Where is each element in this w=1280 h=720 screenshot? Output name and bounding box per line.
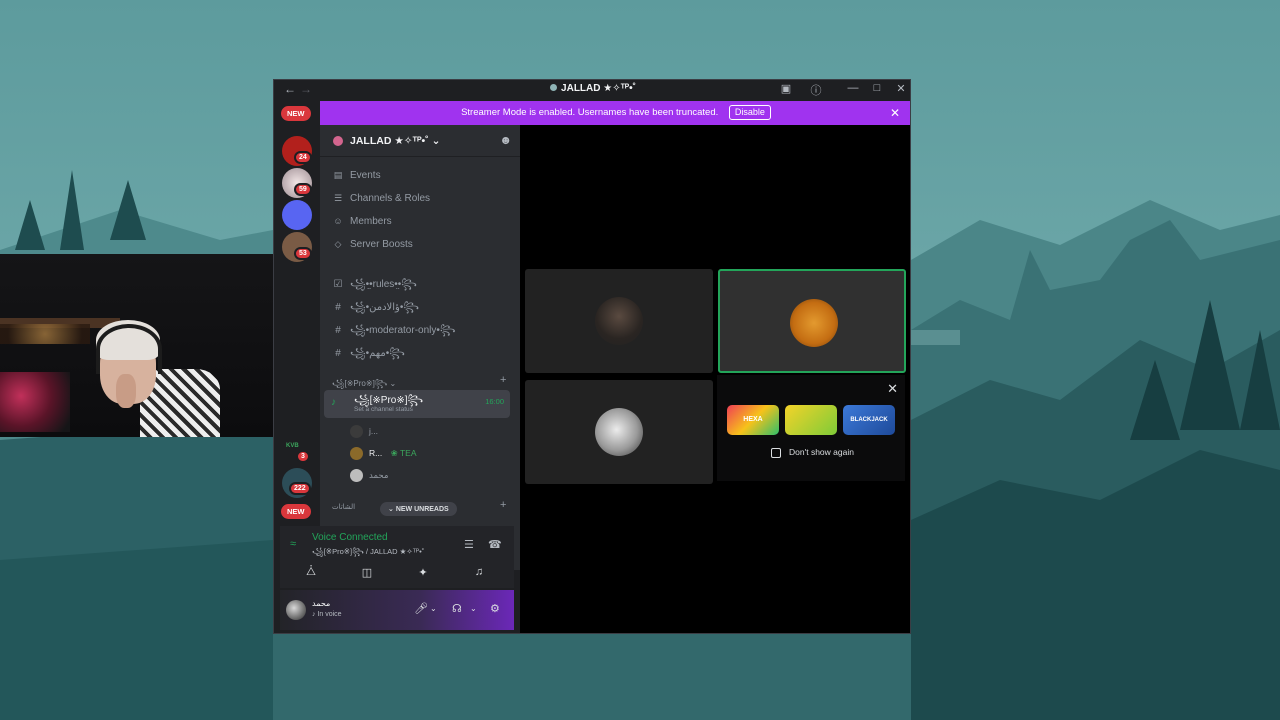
voice-connected-subtitle[interactable]: ꧁[※Pro※]꧂ / JALLAD ★✧ᵀᴾ•˚ [312,546,424,561]
menu-channels-roles[interactable]: ☰ Channels & Roles [332,193,430,211]
voice-channel-icon: ♪ [331,397,336,408]
avatar[interactable] [286,600,306,620]
avatar [595,297,643,345]
channel-admin[interactable]: # ꧁•ؤالادمن•꧂ [332,300,419,318]
calendar-icon: ▤ [333,170,343,180]
dont-show-again-checkbox[interactable]: Don't show again [771,447,854,458]
menu-members[interactable]: ☺ Members [332,216,391,234]
camera-off-icon[interactable]: ⧊ [290,566,332,586]
banner-close-icon[interactable]: ✕ [890,101,900,125]
minimize-icon[interactable]: — [845,82,861,94]
avatar [350,447,363,460]
discord-window: ← → JALLAD ★✧ᵀᴾ•˚ ▣ ⓘ — □ ✕ Streamer Mod… [273,79,911,634]
new-unread-pill-bottom[interactable]: NEW [281,504,311,519]
headphones-icon[interactable]: ☊ [452,602,462,615]
server-label: KVB [286,443,299,449]
category-chats[interactable]: الشاتات [332,503,355,511]
server-name: JALLAD ★✧ᵀᴾ•˚ ⌄ [350,135,441,147]
disconnect-icon[interactable]: ☎ [488,538,502,551]
hash-icon: # [335,302,341,313]
activities-icon[interactable]: ✦ [402,566,444,586]
user-tag: ❀ TEA [390,447,417,458]
new-unreads-pill[interactable]: ⌄ NEW UNREADS [380,502,457,516]
streamer-mode-banner: Streamer Mode is enabled. Usernames have… [320,101,910,125]
banner-text: Streamer Mode is enabled. Usernames have… [461,107,719,118]
noise-suppression-icon[interactable]: ☰ [464,538,474,551]
chevron-down-icon[interactable]: ⌄ [470,604,477,613]
channel-important[interactable]: # ꧁•مهم•꧂ [332,346,405,364]
add-channel-icon[interactable]: + [500,499,506,511]
user-status: ♪ In voice [312,611,342,618]
voice-user[interactable]: R... ❀ TEA [350,447,416,467]
server-icon [333,136,343,146]
game-card-fruit[interactable] [785,405,837,435]
mention-badge: 59 [294,183,312,196]
new-unread-pill-top[interactable]: NEW [281,106,311,121]
voice-connected-panel: ≈ Voice Connected ꧁[※Pro※]꧂ / JALLAD ★✧ᵀ… [280,526,514,588]
menu-server-boosts[interactable]: ◇ Server Boosts [332,239,413,257]
hash-icon: # [335,325,341,336]
participant-tile[interactable] [525,269,713,373]
user-panel: محمد ♪ In voice 🎤︎ ⌄ ☊ ⌄ ⚙ [280,590,514,630]
mention-badge: 24 [294,151,312,164]
hash-icon: # [335,348,341,359]
discord-icon[interactable] [282,200,312,230]
screen-share-icon[interactable]: ◫ [346,566,388,586]
chevron-down-icon[interactable]: ⌄ [430,604,437,613]
check-box-icon: ☑ [333,279,343,290]
maximize-icon[interactable]: □ [869,82,885,94]
avatar [350,425,363,438]
mention-badge: 222 [289,482,311,495]
gear-icon[interactable]: ⚙ [490,602,500,615]
add-channel-icon[interactable]: + [500,374,506,386]
title-bar: ← → JALLAD ★✧ᵀᴾ•˚ ▣ ⓘ — □ ✕ [274,80,910,100]
voice-stage: ✕ HEXA BLACKJACK Don't show again [520,125,910,633]
members-icon: ☺ [333,216,343,226]
menu-events[interactable]: ▤ Events [332,170,381,188]
close-icon[interactable]: ✕ [887,381,898,397]
username: محمد [312,599,331,608]
mention-badge: 53 [294,247,312,260]
microphone-icon[interactable]: 🎤︎ [414,602,428,615]
activity-suggestions: ✕ HEXA BLACKJACK Don't show again [717,375,905,481]
close-window-icon[interactable]: ✕ [893,82,909,95]
participant-tile-speaking[interactable] [718,269,906,373]
channel-moderator-only[interactable]: # ꧁•moderator-only•꧂ [332,323,455,341]
invite-user-icon[interactable]: ☻ [499,133,512,147]
avatar [350,469,363,482]
voice-channel-pro[interactable]: ♪ ꧁[※Pro※]꧂ Set a channel status 16:00 [324,390,510,418]
participant-tile[interactable] [525,380,713,484]
channel-rules[interactable]: ☑ ꧁•̤̤•rules•̤•꧂ [332,277,417,295]
game-card-blackjack[interactable]: BLACKJACK [843,405,895,435]
voice-connected-title[interactable]: Voice Connected [312,532,388,543]
avatar [790,299,838,347]
disable-streamer-mode-button[interactable]: Disable [728,105,771,120]
avatar [595,408,643,456]
checkbox-icon [771,447,781,458]
help-icon[interactable]: ⓘ [808,82,824,98]
signal-icon[interactable]: ≈ [290,538,296,550]
soundboard-icon[interactable]: ♫ [458,566,500,586]
inbox-icon[interactable]: ▣ [778,82,794,95]
voice-user[interactable]: محمد [350,469,388,489]
voice-user[interactable]: j... [350,425,378,445]
channel-sidebar: JALLAD ★✧ᵀᴾ•˚ ⌄ ☻ ▤ Events ☰ Channels & Ro… [320,125,520,570]
boost-icon: ◇ [334,239,342,249]
call-timer: 16:00 [485,397,504,406]
game-card-hexa[interactable]: HEXA [727,405,779,435]
list-icon: ☰ [333,193,343,203]
channel-status[interactable]: Set a channel status [354,406,413,413]
server-header[interactable]: JALLAD ★✧ᵀᴾ•˚ ⌄ ☻ [320,125,520,157]
mention-badge: 3 [296,450,310,463]
